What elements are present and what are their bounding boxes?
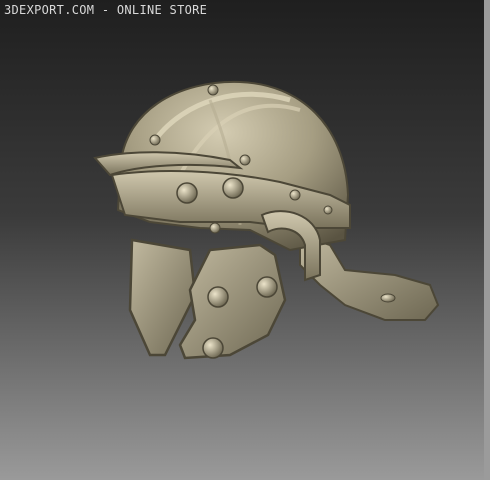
viewport[interactable]: 3DEXPORT.COM - ONLINE STORE — [0, 0, 490, 480]
helmet-render — [93, 80, 440, 360]
viewport-edge — [484, 0, 490, 480]
cheek-guard-right — [178, 243, 287, 360]
